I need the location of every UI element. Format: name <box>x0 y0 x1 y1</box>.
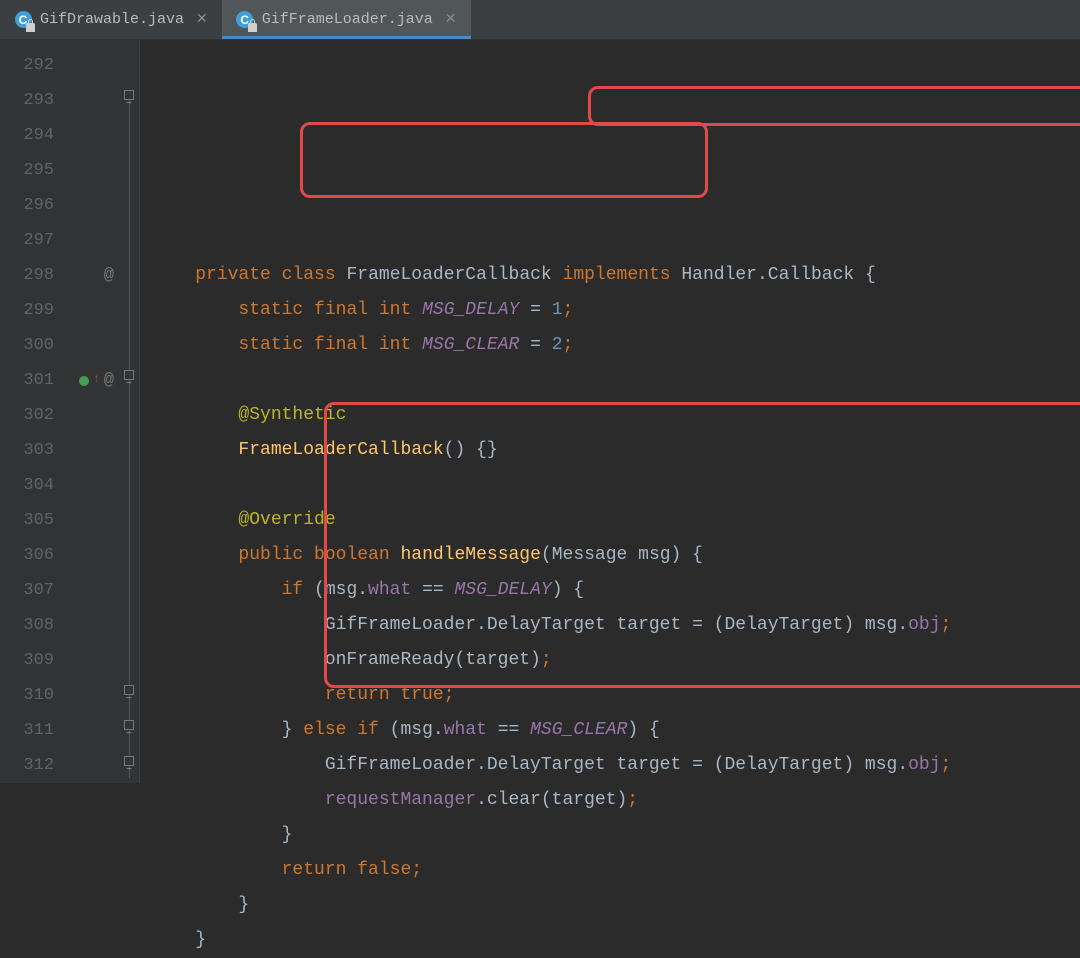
code-line[interactable]: @Synthetic <box>152 398 1080 433</box>
fold-handle[interactable] <box>124 685 134 695</box>
fold-handle[interactable] <box>124 720 134 730</box>
gutter-marker-row <box>62 328 120 363</box>
line-number: 297 <box>0 223 54 258</box>
tab-label: GifFrameLoader.java <box>262 11 433 28</box>
highlight-constants <box>300 122 708 198</box>
line-number: 302 <box>0 398 54 433</box>
line-number: 304 <box>0 468 54 503</box>
gutter-marker-row <box>62 643 120 678</box>
line-number: 307 <box>0 573 54 608</box>
code-line[interactable]: @Override <box>152 503 1080 538</box>
code-line[interactable]: public boolean handleMessage(Message msg… <box>152 538 1080 573</box>
line-number: 303 <box>0 433 54 468</box>
highlight-implements <box>588 86 1080 126</box>
gutter-marker-row <box>62 713 120 748</box>
line-number: 312 <box>0 748 54 783</box>
code-line[interactable]: GifFrameLoader.DelayTarget target = (Del… <box>152 748 1080 783</box>
code-line[interactable]: } <box>152 888 1080 923</box>
gutter-marker-row: ↑ @ <box>62 363 120 398</box>
up-arrow-icon: ↑ <box>93 362 100 397</box>
gutter-marker-row <box>62 678 120 713</box>
line-number: 310 <box>0 678 54 713</box>
at-marker: @ <box>104 363 114 398</box>
code-line[interactable]: return true; <box>152 678 1080 713</box>
fold-guide-line <box>129 90 130 778</box>
fold-handle[interactable] <box>124 756 134 766</box>
lock-icon <box>26 23 35 32</box>
line-number: 298 <box>0 258 54 293</box>
tab-gifframeloader[interactable]: C GifFrameLoader.java ✕ <box>222 0 471 39</box>
code-line[interactable]: } <box>152 923 1080 958</box>
code-line[interactable]: static final int MSG_DELAY = 1; <box>152 293 1080 328</box>
code-editor[interactable]: 2922932942952962972982993003013023033043… <box>0 40 1080 783</box>
gutter-marker-row <box>62 223 120 258</box>
code-line[interactable]: } <box>152 818 1080 853</box>
code-line[interactable] <box>152 363 1080 398</box>
code-line[interactable]: return false; <box>152 853 1080 888</box>
gutter-marker-row <box>62 573 120 608</box>
fold-gutter <box>120 40 140 783</box>
code-line[interactable] <box>152 468 1080 503</box>
code-line[interactable]: private class FrameLoaderCallback implem… <box>152 258 1080 293</box>
code-line[interactable]: if (msg.what == MSG_DELAY) { <box>152 573 1080 608</box>
fold-handle[interactable] <box>124 90 134 100</box>
code-area[interactable]: private class FrameLoaderCallback implem… <box>140 40 1080 783</box>
line-number: 294 <box>0 118 54 153</box>
line-number: 308 <box>0 608 54 643</box>
fold-handle[interactable] <box>124 370 134 380</box>
gutter-marker-row <box>62 538 120 573</box>
line-number: 293 <box>0 83 54 118</box>
line-number: 306 <box>0 538 54 573</box>
code-line[interactable]: } else if (msg.what == MSG_CLEAR) { <box>152 713 1080 748</box>
gutter-marker-row <box>62 503 120 538</box>
gutter-marker-row <box>62 293 120 328</box>
code-line[interactable]: onFrameReady(target); <box>152 643 1080 678</box>
line-number: 299 <box>0 293 54 328</box>
tab-label: GifDrawable.java <box>40 11 184 28</box>
close-icon[interactable]: ✕ <box>441 11 457 28</box>
line-number: 311 <box>0 713 54 748</box>
line-number: 296 <box>0 188 54 223</box>
gutter-marker-row <box>62 48 120 83</box>
tab-gifdrawable[interactable]: C GifDrawable.java ✕ <box>0 0 222 39</box>
gutter-marker-row <box>62 188 120 223</box>
line-number: 300 <box>0 328 54 363</box>
code-line[interactable]: static final int MSG_CLEAR = 2; <box>152 328 1080 363</box>
lock-icon <box>248 23 257 32</box>
marker-gutter: @↑ @ <box>62 40 120 783</box>
gutter-marker-row <box>62 608 120 643</box>
java-class-icon: C <box>236 11 254 29</box>
gutter-marker-row <box>62 153 120 188</box>
gutter-marker-row <box>62 468 120 503</box>
java-class-icon: C <box>14 11 32 29</box>
gutter-marker-row <box>62 83 120 118</box>
code-line[interactable]: requestManager.clear(target); <box>152 783 1080 818</box>
line-number: 301 <box>0 363 54 398</box>
gutter-marker-row: @ <box>62 258 120 293</box>
gutter-marker-row <box>62 118 120 153</box>
at-marker: @ <box>104 258 114 293</box>
close-icon[interactable]: ✕ <box>192 11 208 28</box>
line-number-gutter: 2922932942952962972982993003013023033043… <box>0 40 62 783</box>
editor-tab-bar: C GifDrawable.java ✕ C GifFrameLoader.ja… <box>0 0 1080 40</box>
code-line[interactable]: GifFrameLoader.DelayTarget target = (Del… <box>152 608 1080 643</box>
code-line[interactable]: FrameLoaderCallback() {} <box>152 433 1080 468</box>
gutter-marker-row <box>62 748 120 783</box>
override-icon[interactable] <box>79 376 89 386</box>
line-number: 305 <box>0 503 54 538</box>
line-number: 295 <box>0 153 54 188</box>
line-number: 309 <box>0 643 54 678</box>
gutter-marker-row <box>62 433 120 468</box>
line-number: 292 <box>0 48 54 83</box>
code-line[interactable] <box>152 223 1080 258</box>
gutter-marker-row <box>62 398 120 433</box>
